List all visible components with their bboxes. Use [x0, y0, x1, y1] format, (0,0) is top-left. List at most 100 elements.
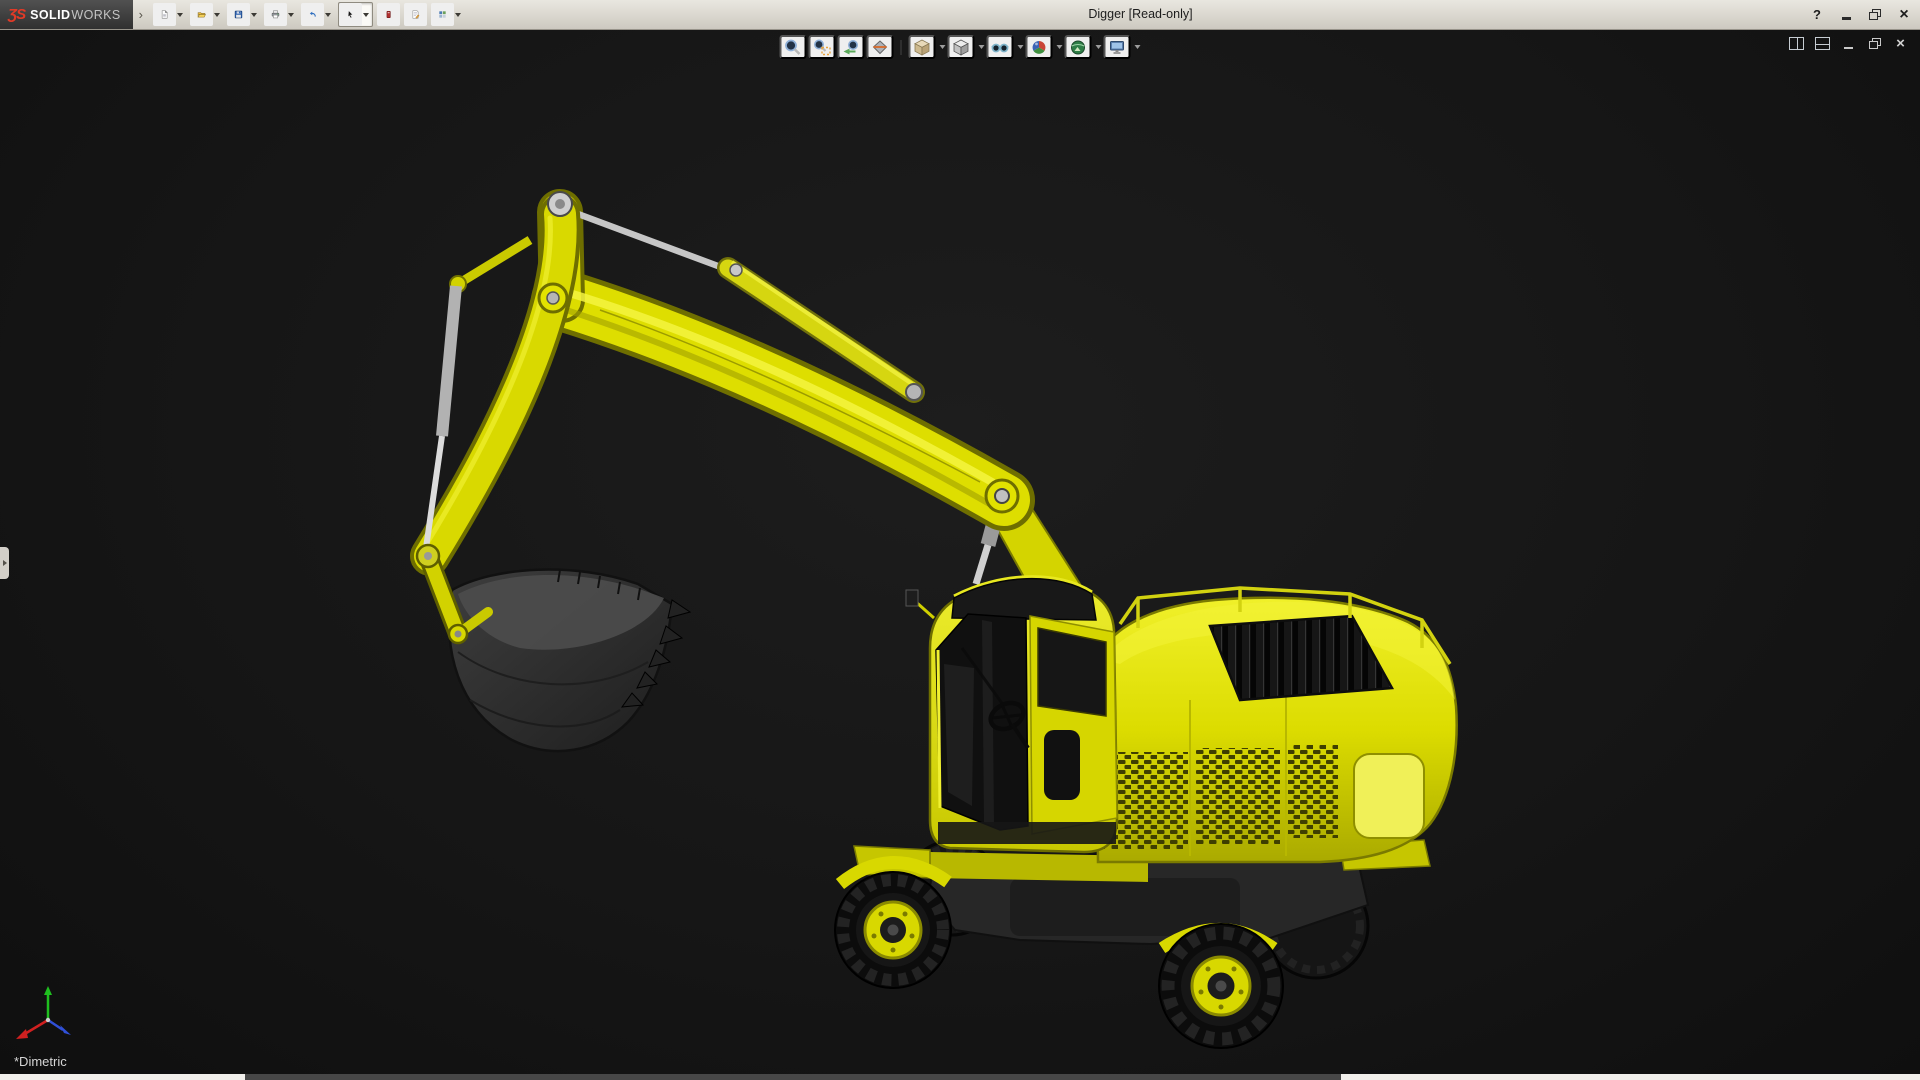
open-button[interactable] — [190, 3, 213, 26]
options-button[interactable] — [431, 3, 454, 26]
solidworks-glyph-icon: ƷS — [8, 6, 25, 23]
window-controls: ? × — [1809, 0, 1912, 29]
status-bar-segment — [245, 1074, 1341, 1080]
open-folder-icon — [197, 6, 206, 23]
window-title: Digger [Read-only] — [1088, 0, 1192, 29]
view-orientation-cube-icon — [913, 38, 932, 57]
new-dropdown-arrow[interactable] — [177, 13, 183, 17]
main-toolbar — [153, 2, 467, 27]
orientation-triad — [10, 984, 86, 1048]
y-axis-arrow — [44, 986, 52, 995]
apply-scene-button[interactable] — [1065, 35, 1092, 59]
options-grid-icon — [438, 6, 447, 23]
save-button[interactable] — [227, 3, 250, 26]
doc-minimize-button[interactable] — [1841, 36, 1856, 51]
doc-minimize-icon — [1844, 47, 1853, 50]
split-pane-horizontal-button[interactable] — [1815, 36, 1830, 51]
zoom-to-area-icon — [813, 38, 832, 57]
zoom-to-fit-button[interactable] — [780, 35, 807, 59]
select-dropdown-arrow[interactable] — [363, 13, 369, 17]
hud-separator — [901, 40, 902, 55]
rear-wheel[interactable] — [1159, 924, 1283, 1048]
view-orientation-dropdown-arrow[interactable] — [940, 45, 946, 49]
select-button[interactable] — [339, 3, 362, 26]
previous-view-button[interactable] — [838, 35, 865, 59]
toolbar-overflow-chevron[interactable]: › — [139, 7, 143, 22]
print-icon — [271, 6, 280, 23]
view-settings-button[interactable] — [1104, 35, 1131, 59]
view-orientation-label: *Dimetric — [14, 1054, 67, 1069]
doc-close-button[interactable]: × — [1893, 36, 1908, 51]
hide-show-items-button[interactable] — [987, 35, 1014, 59]
minimize-button[interactable] — [1838, 6, 1854, 24]
restore-icon — [1869, 9, 1881, 20]
undo-icon — [308, 6, 317, 23]
design-binder-icon — [411, 6, 420, 23]
digger-boom[interactable] — [560, 212, 1006, 510]
front-wheel[interactable] — [835, 872, 951, 988]
split-pane-horizontal-icon — [1815, 37, 1830, 50]
edit-appearance-sphere-icon — [1030, 38, 1049, 57]
cab-lower-stripe — [938, 822, 1116, 844]
print-button[interactable] — [264, 3, 287, 26]
zoom-to-fit-icon — [784, 38, 803, 57]
apply-scene-dropdown-arrow[interactable] — [1096, 45, 1102, 49]
split-pane-vertical-icon — [1789, 37, 1804, 50]
solidworks-window: ƷS SOLID WORKS › — [0, 0, 1920, 1080]
hide-show-glasses-icon — [991, 38, 1010, 57]
edit-appearance-button[interactable] — [1026, 35, 1053, 59]
open-dropdown-arrow[interactable] — [214, 13, 220, 17]
previous-view-icon — [842, 38, 861, 57]
view-settings-dropdown-arrow[interactable] — [1135, 45, 1141, 49]
status-bar — [0, 1074, 1920, 1080]
driver-seat — [1044, 730, 1080, 800]
zoom-to-area-button[interactable] — [809, 35, 836, 59]
select-cursor-icon — [346, 6, 355, 23]
section-view-button[interactable] — [867, 35, 894, 59]
cab-mirror — [906, 590, 918, 606]
hide-show-dropdown-arrow[interactable] — [1018, 45, 1024, 49]
apply-scene-globe-icon — [1069, 38, 1088, 57]
cab-side-window — [1038, 628, 1106, 716]
solidworks-logo[interactable]: ƷS SOLID WORKS — [0, 0, 133, 29]
digger-body[interactable] — [1096, 588, 1457, 862]
options-dropdown-arrow[interactable] — [455, 13, 461, 17]
save-icon — [234, 6, 243, 23]
split-pane-vertical-button[interactable] — [1789, 36, 1804, 51]
print-dropdown-arrow[interactable] — [288, 13, 294, 17]
undo-dropdown-arrow[interactable] — [325, 13, 331, 17]
graphics-area[interactable]: × *Dimetric — [0, 29, 1920, 1074]
x-axis-arrow — [16, 1029, 28, 1039]
digger-bucket[interactable] — [449, 570, 690, 751]
new-document-button[interactable] — [153, 3, 176, 26]
new-document-icon — [160, 6, 169, 23]
featuremanager-flyout-tab[interactable] — [0, 547, 9, 579]
help-button[interactable]: ? — [1809, 6, 1825, 24]
edit-appearance-dropdown-arrow[interactable] — [1057, 45, 1063, 49]
doc-restore-icon — [1869, 38, 1881, 49]
save-dropdown-arrow[interactable] — [251, 13, 257, 17]
doc-close-icon: × — [1896, 37, 1905, 51]
addins-icon — [384, 6, 393, 23]
section-view-icon — [871, 38, 890, 57]
digger-cab[interactable] — [906, 577, 1117, 852]
brand-text-works: WORKS — [71, 8, 120, 22]
title-bar: ƷS SOLID WORKS › — [0, 0, 1920, 30]
doc-restore-button[interactable] — [1867, 36, 1882, 51]
display-style-icon — [952, 38, 971, 57]
digger-model[interactable] — [417, 192, 1457, 1048]
undo-button[interactable] — [301, 3, 324, 26]
display-style-dropdown-arrow[interactable] — [979, 45, 985, 49]
display-style-button[interactable] — [948, 35, 975, 59]
brand-text-solid: SOLID — [30, 8, 70, 22]
close-button[interactable]: × — [1896, 6, 1912, 24]
document-window-controls: × — [1789, 36, 1908, 51]
flyout-arrow-icon — [3, 560, 7, 566]
addins-button[interactable] — [377, 3, 400, 26]
design-binder-button[interactable] — [404, 3, 427, 26]
model-scene[interactable] — [0, 29, 1920, 1074]
view-settings-monitor-icon — [1108, 38, 1127, 57]
view-orientation-button[interactable] — [909, 35, 936, 59]
restore-button[interactable] — [1867, 6, 1883, 24]
body-rear-panel[interactable] — [1354, 754, 1424, 838]
